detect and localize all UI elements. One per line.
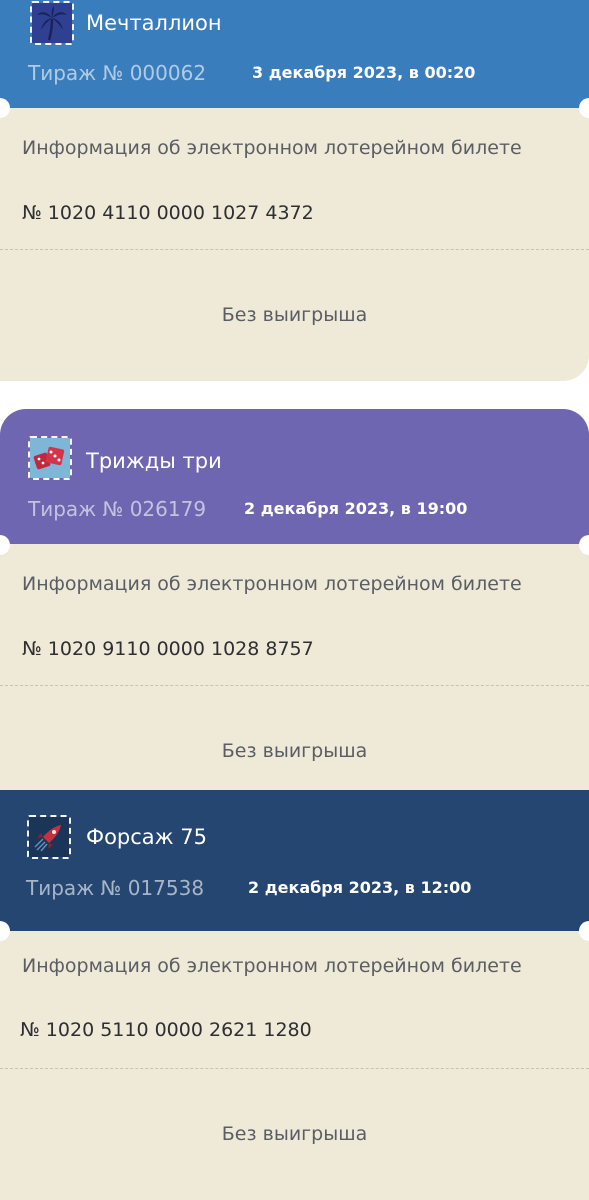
result-status: Без выигрыша (221, 1123, 368, 1145)
game-name: Мечталлион (86, 11, 222, 35)
divider (0, 1068, 589, 1069)
ticket-info-title: Информация об электронном лотерейном бил… (22, 137, 522, 159)
divider (0, 685, 589, 686)
draw-number: Тираж № 000062 (28, 61, 207, 85)
ticket-number: № 1020 4110 0000 1027 4372 (22, 202, 314, 224)
ticket-number: № 1020 5110 0000 2621 1280 (20, 1019, 312, 1041)
draw-number: Тираж № 026179 (28, 497, 207, 521)
game-name: Трижды три (86, 449, 222, 473)
ticket-card-trizhdy-tri[interactable]: Трижды три Тираж № 026179 2 декабря 2023… (0, 409, 589, 790)
result-status: Без выигрыша (221, 304, 368, 326)
draw-date: 3 декабря 2023, в 00:20 (252, 63, 476, 82)
ticket-body: Информация об электронном лотерейном бил… (0, 931, 589, 1200)
ticket-card-forsazh-75[interactable]: Форсаж 75 Тираж № 017538 2 декабря 2023,… (0, 790, 589, 1200)
ticket-info-title: Информация об электронном лотерейном бил… (22, 955, 522, 977)
draw-date: 2 декабря 2023, в 19:00 (244, 499, 468, 518)
draw-date: 2 декабря 2023, в 12:00 (248, 878, 472, 897)
ticket-header: Форсаж 75 Тираж № 017538 2 декабря 2023,… (0, 790, 589, 931)
palm-tree-icon (30, 1, 74, 45)
divider (0, 249, 589, 250)
ticket-number: № 1020 9110 0000 1028 8757 (22, 638, 314, 660)
ticket-card-mechtallion[interactable]: Мечталлион Тираж № 000062 3 декабря 2023… (0, 0, 589, 381)
rocket-icon (27, 815, 71, 859)
ticket-header: Трижды три Тираж № 026179 2 декабря 2023… (0, 409, 589, 544)
draw-number: Тираж № 017538 (26, 876, 205, 900)
ticket-info-title: Информация об электронном лотерейном бил… (22, 573, 522, 595)
ticket-body: Информация об электронном лотерейном бил… (0, 108, 589, 381)
ticket-header: Мечталлион Тираж № 000062 3 декабря 2023… (0, 0, 589, 108)
ticket-body: Информация об электронном лотерейном бил… (0, 544, 589, 790)
result-status: Без выигрыша (221, 740, 368, 762)
game-name: Форсаж 75 (86, 825, 207, 849)
dice-icon (28, 436, 72, 480)
